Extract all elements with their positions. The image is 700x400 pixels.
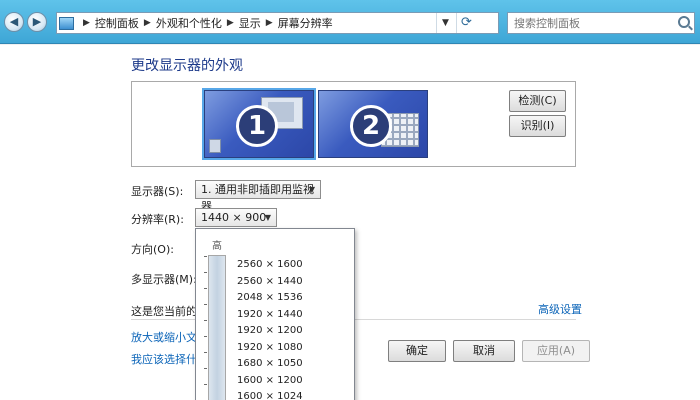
cancel-button[interactable]: 取消 [453, 340, 515, 362]
search-input[interactable] [508, 13, 673, 33]
main-content: 更改显示器的外观 1 2 检测(C) 识别(I) 显示器(S): 1. 通用非即… [0, 45, 700, 400]
breadcrumb-separator-icon: ▶ [83, 18, 90, 28]
monitor-2[interactable]: 2 [318, 90, 428, 158]
forward-button[interactable]: ▶ [27, 12, 47, 32]
high-label: 高 [212, 241, 222, 252]
list-item[interactable]: 2048 × 1536 [237, 290, 303, 307]
address-bar[interactable]: ▶ 控制面板 ▶ 外观和个性化 ▶ 显示 ▶ 屏幕分辨率 ▼ ⟳ [56, 12, 499, 34]
breadcrumb-display[interactable]: 显示 [239, 15, 261, 31]
monitor-number-badge: 1 [236, 105, 278, 147]
breadcrumb-separator-icon: ▶ [143, 18, 151, 28]
search-box[interactable] [507, 12, 695, 34]
control-panel-icon [59, 16, 74, 30]
back-button[interactable]: ◀ [4, 12, 24, 32]
resolution-slider[interactable] [204, 255, 226, 400]
ok-button[interactable]: 确定 [388, 340, 446, 362]
apply-button[interactable]: 应用(A) [522, 340, 590, 362]
advanced-settings-link[interactable]: 高级设置 [538, 301, 582, 317]
window-titlebar: ◀ ▶ ▶ 控制面板 ▶ 外观和个性化 ▶ 显示 ▶ 屏幕分辨率 ▼ ⟳ [0, 0, 700, 44]
multi-display-label: 多显示器(M): [131, 273, 197, 286]
chevron-down-icon: ▼ [264, 213, 271, 222]
search-icon[interactable] [678, 16, 690, 28]
list-item[interactable]: 2560 × 1440 [237, 274, 303, 291]
list-item[interactable]: 2560 × 1600 [237, 257, 303, 274]
breadcrumb-separator-icon: ▶ [226, 18, 234, 28]
resolution-select-value: 1440 × 900 [201, 211, 267, 224]
forward-arrow-icon: ▶ [32, 15, 42, 28]
monitor-arrangement-panel: 1 2 检测(C) 识别(I) [131, 81, 576, 167]
display-label: 显示器(S): [131, 185, 184, 198]
taskbar-thumbnail-icon [209, 139, 221, 153]
resolution-dropdown-popup: 高 2560 × 1600 2560 × 1440 2048 × 1536 19… [195, 228, 355, 400]
chevron-down-icon: ▼ [308, 185, 315, 194]
breadcrumb-screen-resolution[interactable]: 屏幕分辨率 [278, 15, 333, 31]
list-item[interactable]: 1680 × 1050 [237, 356, 303, 373]
address-dropdown-icon[interactable]: ▼ [436, 13, 454, 33]
monitor-1[interactable]: 1 [202, 88, 316, 160]
list-item[interactable]: 1600 × 1024 [237, 389, 303, 400]
resolution-select[interactable]: 1440 × 900 ▼ [195, 208, 277, 227]
monitor-number-badge: 2 [350, 105, 392, 147]
identify-button[interactable]: 识别(I) [509, 115, 566, 137]
list-item[interactable]: 1920 × 1200 [237, 323, 303, 340]
page-title: 更改显示器的外观 [131, 58, 243, 74]
breadcrumb-appearance[interactable]: 外观和个性化 [156, 15, 222, 31]
display-select[interactable]: 1. 通用非即插即用监视器 ▼ [195, 180, 321, 213]
back-arrow-icon: ◀ [9, 15, 19, 28]
orientation-label: 方向(O): [131, 243, 174, 256]
resolution-label: 分辨率(R): [131, 213, 184, 226]
breadcrumb-control-panel[interactable]: 控制面板 [95, 15, 139, 31]
list-item[interactable]: 1920 × 1080 [237, 340, 303, 357]
detect-button[interactable]: 检测(C) [509, 90, 566, 112]
list-item[interactable]: 1920 × 1440 [237, 307, 303, 324]
resolution-options-list: 2560 × 1600 2560 × 1440 2048 × 1536 1920… [237, 257, 303, 400]
refresh-icon[interactable]: ⟳ [456, 13, 476, 33]
breadcrumb-separator-icon: ▶ [265, 18, 273, 28]
list-item[interactable]: 1600 × 1200 [237, 373, 303, 390]
